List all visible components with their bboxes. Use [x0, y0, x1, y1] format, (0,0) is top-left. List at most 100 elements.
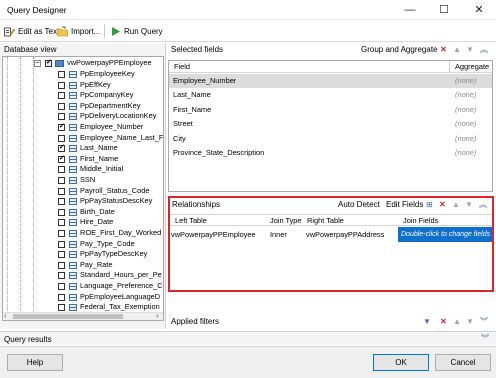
join-fields-cell[interactable]: Double-click to change fields: [398, 227, 492, 242]
move-down-icon[interactable]: ▼: [466, 315, 474, 329]
tree-field-row[interactable]: PpDepartmentKey: [3, 101, 163, 112]
field-checkbox[interactable]: [58, 230, 65, 237]
selected-field-row[interactable]: Street (none): [169, 117, 492, 131]
scroll-thumb[interactable]: [13, 314, 123, 319]
field-checkbox[interactable]: [58, 251, 65, 259]
maximize-button[interactable]: ☐: [427, 0, 461, 20]
selected-field-row[interactable]: Province_State_Description (none): [169, 146, 492, 160]
join-type-column-header[interactable]: Join Type: [270, 215, 302, 226]
aggregate-cell[interactable]: (none): [455, 88, 476, 102]
field-cell[interactable]: Province_State_Description: [173, 146, 264, 160]
right-table-column-header[interactable]: Right Table: [307, 215, 344, 226]
collapse-icon[interactable]: ︽: [480, 43, 488, 57]
scroll-left-icon[interactable]: ‹: [4, 311, 7, 320]
tree-field-row[interactable]: Payroll_Status_Code: [3, 186, 163, 197]
field-checkbox[interactable]: [58, 208, 65, 216]
group-and-aggregate-button[interactable]: Group and Aggregate: [361, 43, 438, 57]
left-table-column-header[interactable]: Left Table: [175, 215, 207, 226]
field-checkbox[interactable]: [58, 198, 65, 206]
tree-field-row[interactable]: SSN: [3, 175, 163, 186]
tree-field-row[interactable]: Pay_Type_Code: [3, 239, 163, 250]
field-checkbox[interactable]: [58, 166, 65, 174]
field-column-header[interactable]: Field: [174, 61, 190, 73]
selected-field-row[interactable]: Last_Name (none): [169, 88, 492, 102]
field-checkbox[interactable]: [58, 240, 65, 248]
tree-field-row[interactable]: Language_Preference_C: [3, 281, 163, 292]
move-down-icon[interactable]: ▼: [465, 198, 473, 212]
field-checkbox[interactable]: [58, 143, 65, 154]
join-fields-column-header[interactable]: Join Fields: [403, 215, 438, 226]
relationship-row[interactable]: vwPowerpayPPEmployee Inner vwPowerpayPPA…: [170, 227, 492, 242]
field-checkbox[interactable]: [58, 261, 65, 269]
tree-field-row[interactable]: PpCompanyKey: [3, 90, 163, 101]
database-tree[interactable]: − vwPowerpayPPEmployee PpEmployeeKeyPpEf…: [2, 56, 164, 321]
filter-icon[interactable]: ▼: [423, 315, 431, 329]
tree-field-row[interactable]: Standard_Hours_per_Pe: [3, 270, 163, 281]
tree-field-row[interactable]: Middle_Initial: [3, 164, 163, 175]
field-cell[interactable]: First_Name: [173, 103, 211, 117]
field-checkbox[interactable]: [58, 154, 65, 164]
import-button[interactable]: Import...: [57, 24, 100, 38]
expand-icon[interactable]: ︾: [480, 315, 488, 329]
tree-field-row[interactable]: PpEmployeeKey: [3, 69, 163, 80]
delete-x-icon[interactable]: ✕: [440, 315, 447, 329]
tree-field-row[interactable]: PpDeliveryLocationKey: [3, 111, 163, 122]
field-checkbox[interactable]: [58, 187, 65, 195]
field-checkbox[interactable]: [58, 134, 65, 142]
tree-field-row[interactable]: Pay_Rate: [3, 260, 163, 271]
tree-field-row[interactable]: Birth_Date: [3, 207, 163, 218]
cancel-button[interactable]: Cancel: [435, 354, 491, 371]
tree-view-node[interactable]: − vwPowerpayPPEmployee: [3, 58, 163, 69]
field-checkbox[interactable]: [58, 219, 65, 227]
ok-button[interactable]: OK: [373, 354, 429, 371]
auto-detect-button[interactable]: Auto Detect: [338, 198, 380, 212]
join-type-cell[interactable]: Inner: [270, 227, 287, 242]
tree-field-row[interactable]: Hire_Date: [3, 217, 163, 228]
field-checkbox[interactable]: [58, 71, 65, 78]
aggregate-column-header[interactable]: Aggregate: [455, 61, 489, 73]
tree-field-row[interactable]: PpPayStatusDescKey: [3, 196, 163, 207]
tree-field-row[interactable]: ROE_First_Day_Worked: [3, 228, 163, 239]
selected-field-row[interactable]: Employee_Number (none): [169, 74, 492, 88]
tree-field-row[interactable]: First_Name: [3, 154, 163, 164]
aggregate-cell[interactable]: (none): [455, 117, 476, 131]
minimize-button[interactable]: —: [393, 0, 427, 20]
close-button[interactable]: ✕: [462, 0, 496, 20]
move-up-icon[interactable]: ▲: [453, 315, 461, 329]
aggregate-cell[interactable]: (none): [455, 132, 476, 146]
tree-field-row[interactable]: Employee_Number: [3, 122, 163, 133]
help-button[interactable]: Help: [7, 354, 63, 371]
tree-field-row[interactable]: Employee_Name_Last_F: [3, 133, 163, 144]
field-checkbox[interactable]: [58, 113, 65, 121]
selected-field-row[interactable]: City (none): [169, 132, 492, 146]
edit-fields-button[interactable]: Edit Fields: [386, 198, 423, 212]
aggregate-cell[interactable]: (none): [455, 74, 476, 88]
edit-as-text-button[interactable]: Edit as Text: [4, 24, 59, 38]
left-table-cell[interactable]: vwPowerpayPPEmployee: [171, 227, 256, 242]
field-checkbox[interactable]: [58, 304, 65, 312]
view-checkbox[interactable]: [45, 58, 52, 69]
field-checkbox[interactable]: [58, 122, 65, 133]
expand-icon[interactable]: ︾: [481, 332, 489, 346]
tree-field-row[interactable]: PpEffKey: [3, 80, 163, 91]
field-cell[interactable]: Employee_Number: [173, 74, 236, 88]
aggregate-cell[interactable]: (none): [455, 103, 476, 117]
field-checkbox[interactable]: [58, 81, 65, 89]
scroll-right-icon[interactable]: ›: [156, 311, 159, 320]
tree-field-row[interactable]: Last_Name: [3, 143, 163, 154]
field-checkbox[interactable]: [58, 177, 65, 184]
field-checkbox[interactable]: [58, 102, 65, 110]
field-checkbox[interactable]: [58, 92, 65, 100]
horizontal-scrollbar[interactable]: ‹ ›: [3, 311, 163, 320]
delete-x-icon[interactable]: ✕: [439, 198, 446, 212]
collapse-toggle-icon[interactable]: −: [34, 60, 41, 67]
move-up-icon[interactable]: ▲: [453, 43, 461, 57]
add-relationship-icon[interactable]: ⊞: [426, 198, 433, 212]
move-down-icon[interactable]: ▼: [466, 43, 474, 57]
run-query-button[interactable]: Run Query: [110, 24, 163, 38]
field-cell[interactable]: Last_Name: [173, 88, 211, 102]
tree-field-row[interactable]: PpEmployeeLanguageD: [3, 292, 163, 303]
field-checkbox[interactable]: [58, 272, 65, 280]
field-checkbox[interactable]: [58, 293, 65, 301]
delete-x-icon[interactable]: ✕: [440, 43, 447, 57]
